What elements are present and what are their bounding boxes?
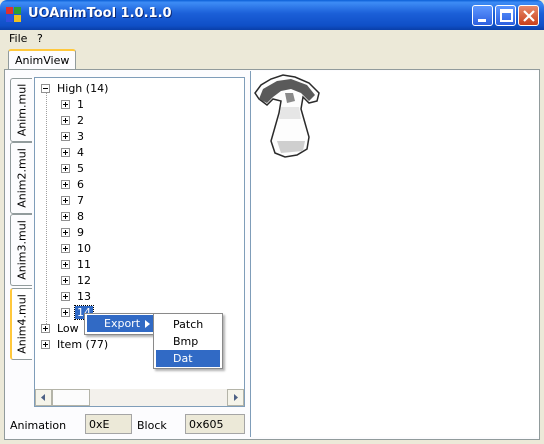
tab-animview[interactable]: AnimView [8,49,76,70]
tree-node-label: Low [57,322,79,335]
context-menu: Export [84,313,158,335]
menu-item-patch[interactable]: Patch [156,316,220,333]
side-tab-anim2[interactable]: Anim2.mul [10,142,32,214]
menu-item-bmp[interactable]: Bmp [156,333,220,350]
menu-file[interactable]: File [9,32,27,45]
menu-help[interactable]: ? [37,32,43,45]
tree-node-label: 10 [77,242,91,255]
side-tab-anim4[interactable]: Anim4.mul [10,288,32,360]
expand-icon[interactable] [61,276,70,285]
app-icon[interactable] [6,7,22,23]
side-tab-label: Anim.mul [15,83,28,137]
block-value: 0x605 [185,414,245,434]
side-tab-label: Anim3.mul [15,220,28,280]
menu-item-export[interactable]: Export [87,315,155,332]
side-tab-label: Anim2.mul [15,148,28,208]
chevron-left-icon [41,394,45,401]
tree-node-label: 11 [77,258,91,271]
expand-icon[interactable] [61,260,70,269]
tree-node-label: 13 [77,290,91,303]
tree-node-label: 1 [77,98,84,111]
side-tab-label: Anim4.mul [15,294,29,354]
tab-animview-label: AnimView [15,54,70,67]
expand-icon[interactable] [61,132,70,141]
expand-icon[interactable] [61,292,70,301]
tree-line [46,93,47,328]
maximize-icon [500,9,513,22]
expand-icon[interactable] [61,308,70,317]
menu-item-dat[interactable]: Dat [156,350,220,367]
expand-icon[interactable] [41,340,50,349]
scroll-thumb[interactable] [52,389,90,406]
tree-node-label: 8 [77,210,84,223]
tree-node-label: 3 [77,130,84,143]
tree-node-label: 12 [77,274,91,287]
window-title: UOAnimTool 1.0.1.0 [28,6,172,21]
tree-node-label: 6 [77,178,84,191]
tree-node-label: Item (77) [57,338,109,351]
expand-icon[interactable] [61,116,70,125]
expand-icon[interactable] [61,196,70,205]
minimize-icon [478,19,486,22]
minimize-button[interactable] [472,5,493,26]
maximize-button[interactable] [495,5,516,26]
side-tab-anim[interactable]: Anim.mul [10,78,32,142]
tree-node-label: 9 [77,226,84,239]
expand-icon[interactable] [61,164,70,173]
tree-node-label: 2 [77,114,84,127]
title-bar[interactable]: UOAnimTool 1.0.1.0 [0,0,544,30]
tree-node-label: 5 [77,162,84,175]
tab-strip: AnimView [4,49,540,70]
animation-label: Animation [10,419,67,432]
menu-item-export-label: Export [104,317,141,330]
expand-icon[interactable] [61,244,70,253]
anim-preview[interactable] [250,71,539,437]
expand-icon[interactable] [61,228,70,237]
close-icon [523,10,535,22]
expand-icon[interactable] [61,100,70,109]
tree-node-label: 4 [77,146,84,159]
expand-icon[interactable] [61,180,70,189]
tree-node-label: 7 [77,194,84,207]
tree-hscrollbar[interactable] [35,389,244,406]
block-label: Block [137,419,167,432]
scroll-left-button[interactable] [35,389,52,406]
export-submenu: Patch Bmp Dat [153,313,223,369]
close-button[interactable] [518,5,539,26]
tree-node-label: High (14) [57,82,109,95]
side-tab-anim3[interactable]: Anim3.mul [10,214,32,286]
scroll-right-button[interactable] [227,389,244,406]
collapse-icon[interactable] [41,84,50,93]
expand-icon[interactable] [61,148,70,157]
expand-icon[interactable] [41,324,50,333]
expand-icon[interactable] [61,212,70,221]
menu-bar: File ? [0,30,544,47]
chevron-right-icon [234,394,238,401]
chevron-right-icon [145,320,150,328]
animation-value: 0xE [85,414,132,434]
anim-frame-image [254,74,320,158]
